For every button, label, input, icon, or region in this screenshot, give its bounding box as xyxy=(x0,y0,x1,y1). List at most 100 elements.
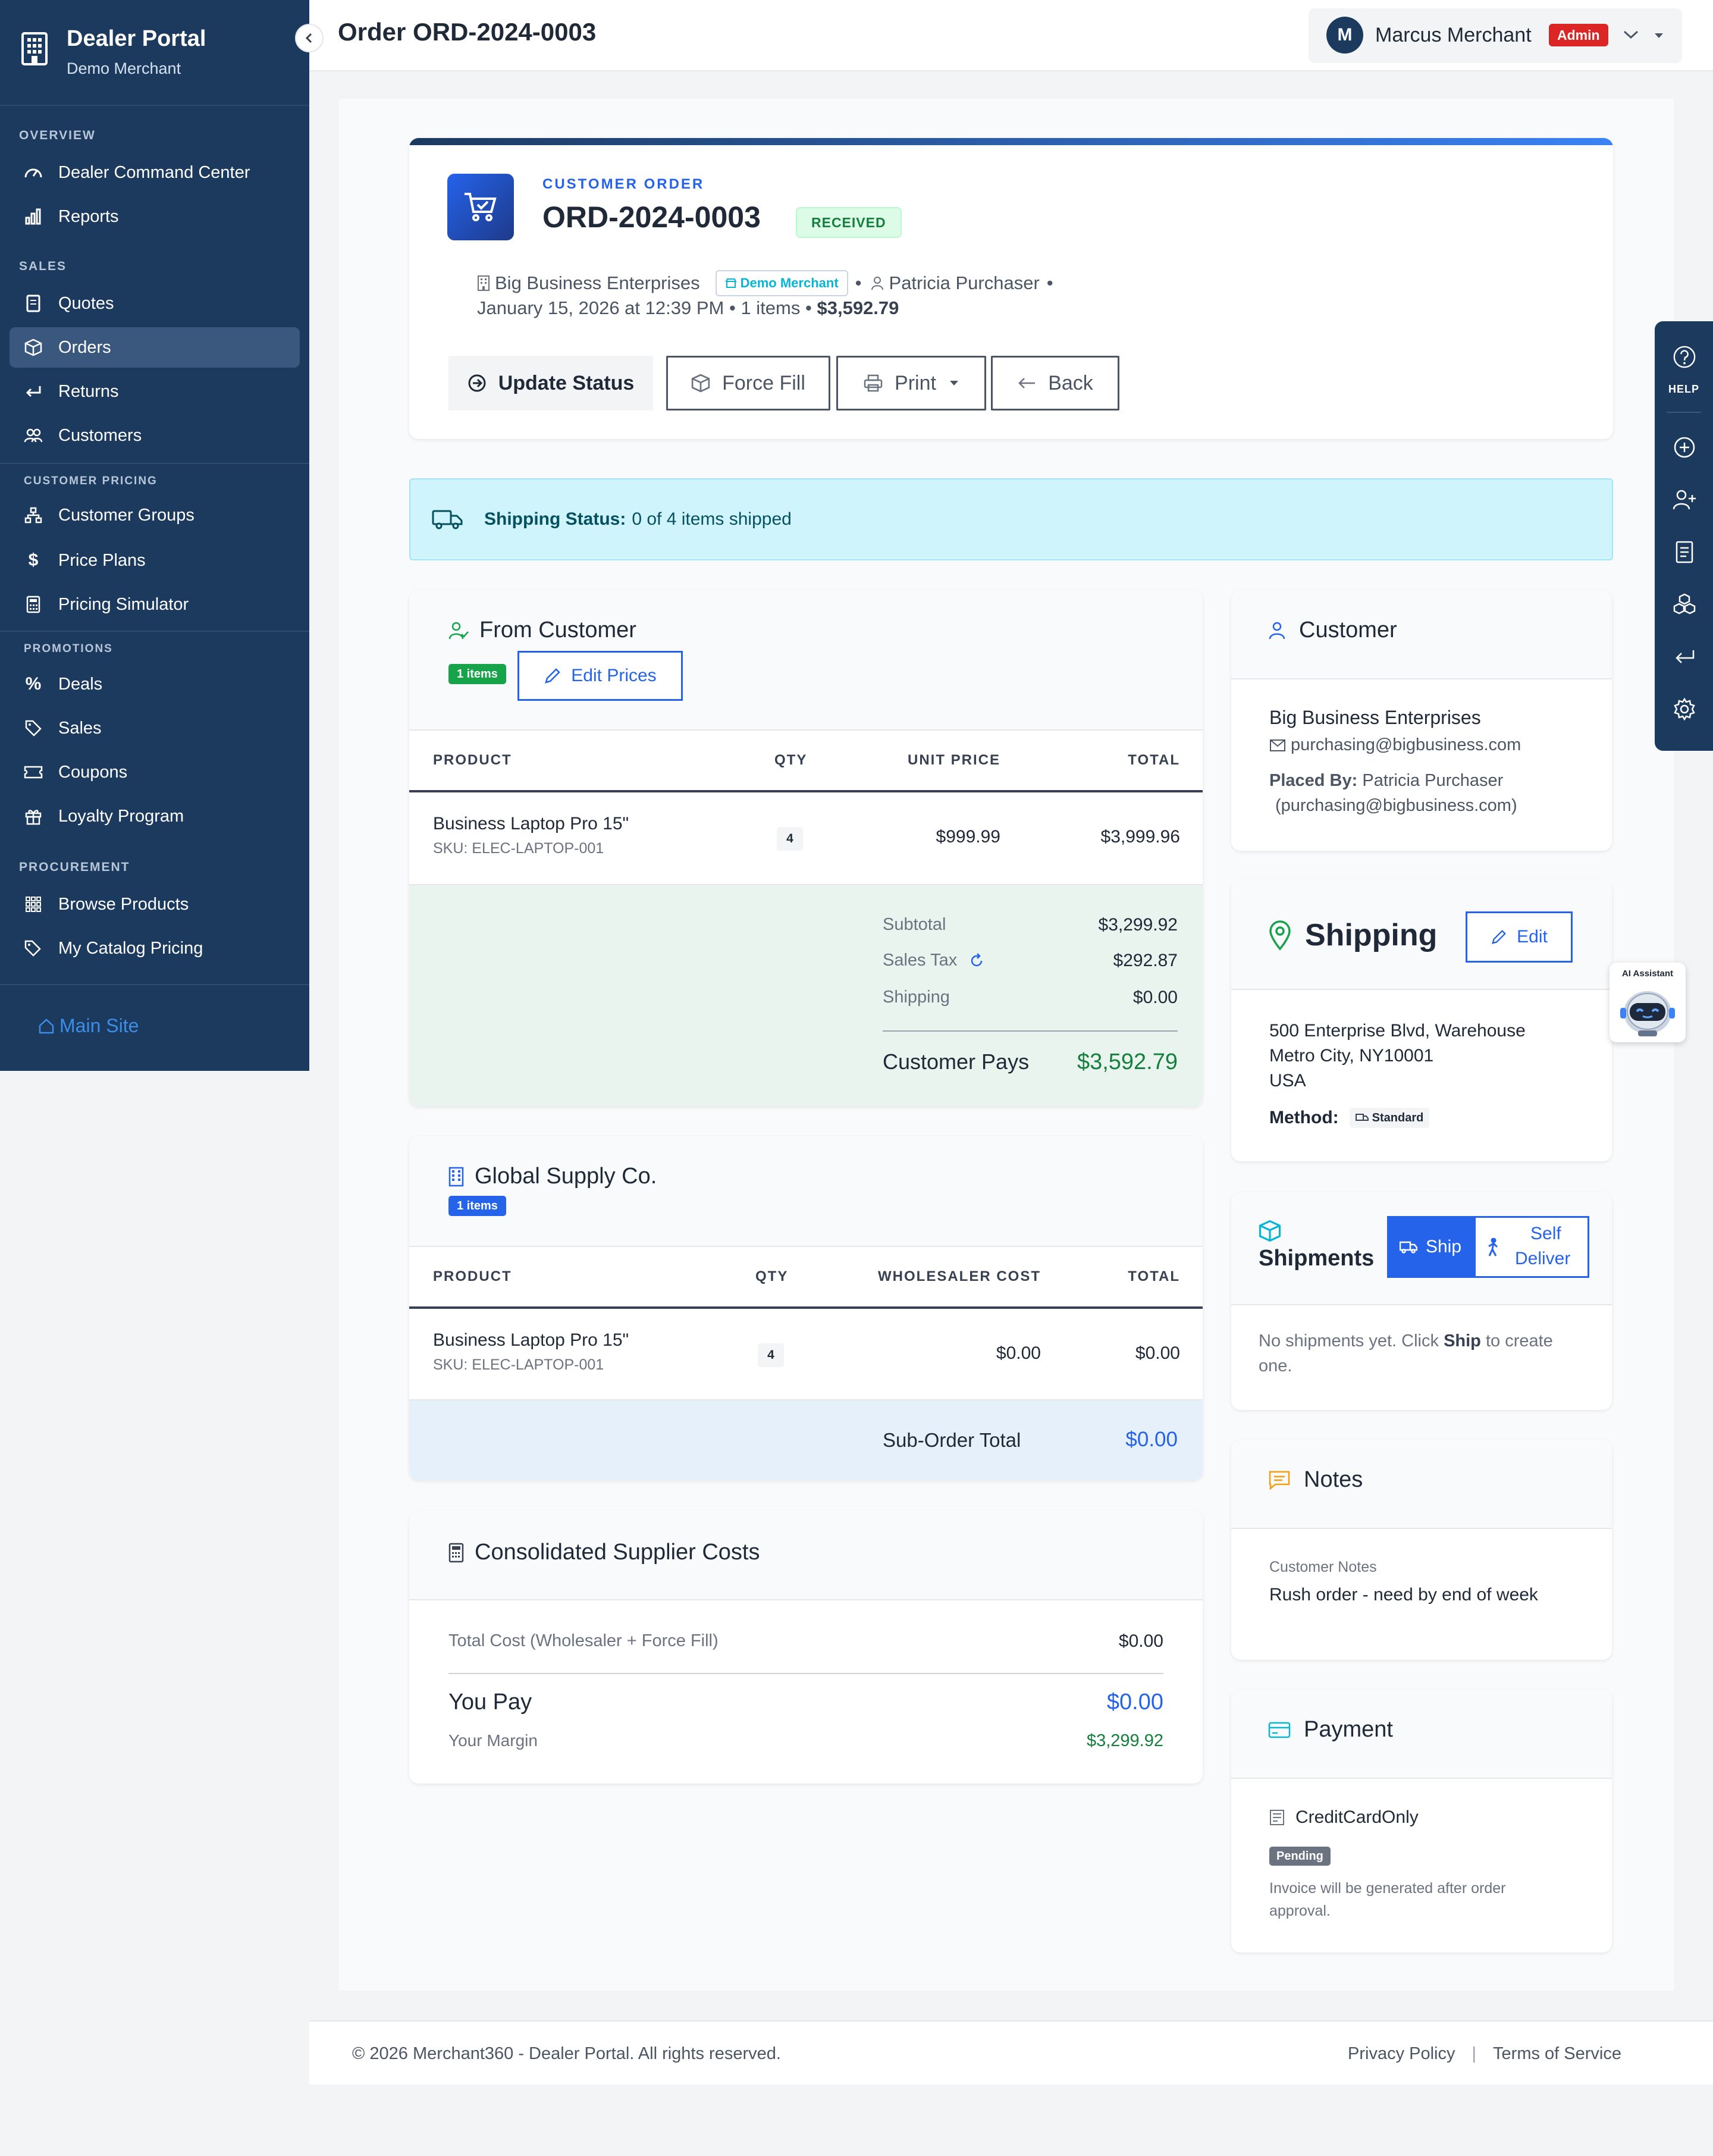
consolidated-costs-card: Consolidated Supplier Costs Total Cost (… xyxy=(409,1511,1203,1784)
calculator-icon xyxy=(448,1543,464,1563)
bullet: • xyxy=(805,297,812,318)
print-button[interactable]: Print xyxy=(836,356,986,410)
main-site-label: Main Site xyxy=(59,1015,139,1036)
document-icon xyxy=(24,294,43,313)
footer-links: Privacy Policy | Terms of Service xyxy=(1348,2044,1621,2064)
bullet: • xyxy=(855,272,862,293)
shipping-value: $0.00 xyxy=(1132,988,1178,1007)
product-sku: SKU: ELEC-LAPTOP-001 xyxy=(433,840,604,857)
sidebar-item-label: Customer Groups xyxy=(58,505,194,525)
pencil-icon xyxy=(544,667,561,685)
arrow-circle-right-icon xyxy=(468,374,487,393)
address-line-2: Metro City, NY10001 xyxy=(1269,1046,1434,1066)
home-icon xyxy=(38,1018,55,1035)
brand-title: Dealer Portal xyxy=(67,26,206,51)
qty-badge: 4 xyxy=(758,1343,784,1367)
order-meta-line: Big Business Enterprises Demo Merchant •… xyxy=(477,270,1053,296)
back-label: Back xyxy=(1048,371,1093,394)
force-fill-label: Force Fill xyxy=(722,371,805,394)
diagram-icon xyxy=(24,506,43,525)
gift-icon xyxy=(24,807,43,826)
envelope-icon xyxy=(1269,739,1286,752)
sidebar-item-quotes[interactable]: Quotes xyxy=(10,283,300,324)
privacy-policy-link[interactable]: Privacy Policy xyxy=(1348,2044,1455,2064)
from-customer-card: From Customer 1 items Edit Prices PRODUC… xyxy=(409,590,1203,1107)
payment-panel-title-text: Payment xyxy=(1304,1717,1393,1742)
pencil-icon xyxy=(1491,929,1507,945)
subtotal-label: Subtotal xyxy=(883,915,946,934)
shipping-status-alert: Shipping Status: 0 of 4 items shipped xyxy=(409,478,1613,560)
sidebar-item-coupons[interactable]: Coupons xyxy=(10,752,300,792)
document-icon[interactable] xyxy=(1673,540,1696,564)
self-deliver-button[interactable]: Self Deliver xyxy=(1474,1216,1589,1278)
column-header: PRODUCT xyxy=(433,752,512,768)
sidebar-item-reports[interactable]: Reports xyxy=(10,196,300,237)
main-site-link[interactable]: Main Site xyxy=(38,1015,139,1037)
sidebar-collapse-button[interactable] xyxy=(295,24,324,52)
bar-chart-icon xyxy=(24,207,43,226)
person-add-icon[interactable] xyxy=(1673,488,1696,512)
terms-of-service-link[interactable]: Terms of Service xyxy=(1493,2044,1621,2064)
product-name[interactable]: Business Laptop Pro 15" xyxy=(433,814,629,834)
customer-name[interactable]: Big Business Enterprises xyxy=(495,272,700,294)
section-label-overview: OVERVIEW xyxy=(19,129,96,142)
notes-panel-title: Notes xyxy=(1268,1467,1363,1493)
product-name[interactable]: Business Laptop Pro 15" xyxy=(433,1330,629,1350)
sidebar-item-returns[interactable]: Returns xyxy=(10,371,300,412)
update-status-label: Update Status xyxy=(498,371,635,394)
customer-company[interactable]: Big Business Enterprises xyxy=(1269,707,1481,729)
update-status-button[interactable]: Update Status xyxy=(448,356,653,410)
building-icon xyxy=(21,32,48,65)
shipping-label: Shipping xyxy=(883,988,950,1007)
placed-by-name: Patricia Purchaser xyxy=(1362,771,1504,790)
sidebar-item-price-plans[interactable]: $ Price Plans xyxy=(10,540,300,581)
sidebar-item-catalog-pricing[interactable]: My Catalog Pricing xyxy=(10,928,300,969)
sidebar-item-customer-groups[interactable]: Customer Groups xyxy=(10,495,300,535)
sidebar-item-sales[interactable]: Sales xyxy=(10,708,300,748)
edit-shipping-label: Edit xyxy=(1517,927,1548,947)
help-icon[interactable] xyxy=(1673,345,1696,369)
chat-icon xyxy=(1268,1470,1291,1490)
calculator-icon xyxy=(24,595,43,614)
empty-shipments-text: No shipments yet. Click Ship to create xyxy=(1259,1331,1553,1351)
column-header: WHOLESALER COST xyxy=(878,1268,1041,1284)
payment-method-row: CreditCardOnly xyxy=(1269,1807,1419,1828)
plus-circle-icon[interactable] xyxy=(1673,435,1696,459)
sidebar-item-orders[interactable]: Orders xyxy=(10,327,300,368)
person-icon xyxy=(1268,621,1286,640)
supplier-card: Global Supply Co. 1 items PRODUCT QTY WH… xyxy=(409,1136,1203,1480)
ai-assistant-button[interactable]: AI Assistant xyxy=(1610,963,1686,1042)
boxes-icon[interactable] xyxy=(1673,593,1696,616)
sidebar-item-deals[interactable]: % Deals xyxy=(10,664,300,704)
chevron-left-icon xyxy=(305,32,314,44)
supplier-title: Global Supply Co. xyxy=(448,1164,657,1189)
divider xyxy=(0,463,309,464)
divider xyxy=(448,1673,1163,1674)
back-button[interactable]: Back xyxy=(991,356,1119,410)
method-value: Standard xyxy=(1372,1111,1424,1124)
supplier-title-text[interactable]: Global Supply Co. xyxy=(475,1164,657,1189)
sidebar-item-pricing-simulator[interactable]: Pricing Simulator xyxy=(10,584,300,625)
refresh-icon[interactable] xyxy=(969,952,984,969)
customer-panel-title-text: Customer xyxy=(1299,618,1397,643)
return-arrow-icon[interactable] xyxy=(1673,645,1696,669)
edit-prices-button[interactable]: Edit Prices xyxy=(517,651,683,701)
force-fill-button[interactable]: Force Fill xyxy=(666,356,830,410)
person-icon xyxy=(870,276,884,290)
sidebar-item-dashboard[interactable]: Dealer Command Center xyxy=(10,152,300,193)
edit-shipping-button[interactable]: Edit xyxy=(1466,911,1573,963)
brand: Dealer Portal Demo Merchant xyxy=(0,0,309,106)
ai-assistant-label: AI Assistant xyxy=(1621,969,1674,979)
sidebar-item-loyalty[interactable]: Loyalty Program xyxy=(10,796,300,836)
card-header xyxy=(409,1136,1203,1247)
ship-button[interactable]: Ship xyxy=(1387,1216,1474,1278)
sidebar-item-customers[interactable]: Customers xyxy=(10,415,300,456)
customer-email[interactable]: purchasing@bigbusiness.com xyxy=(1291,735,1521,755)
sidebar-item-browse-products[interactable]: Browse Products xyxy=(10,884,300,925)
gear-icon[interactable] xyxy=(1673,697,1696,721)
sales-tax-value: $292.87 xyxy=(1113,951,1178,970)
user-menu[interactable]: M Marcus Merchant Admin xyxy=(1309,8,1682,63)
empty-text-line-2: one. xyxy=(1259,1356,1292,1375)
shipments-title: Shipments xyxy=(1259,1246,1375,1271)
method-badge: Standard xyxy=(1349,1108,1430,1128)
